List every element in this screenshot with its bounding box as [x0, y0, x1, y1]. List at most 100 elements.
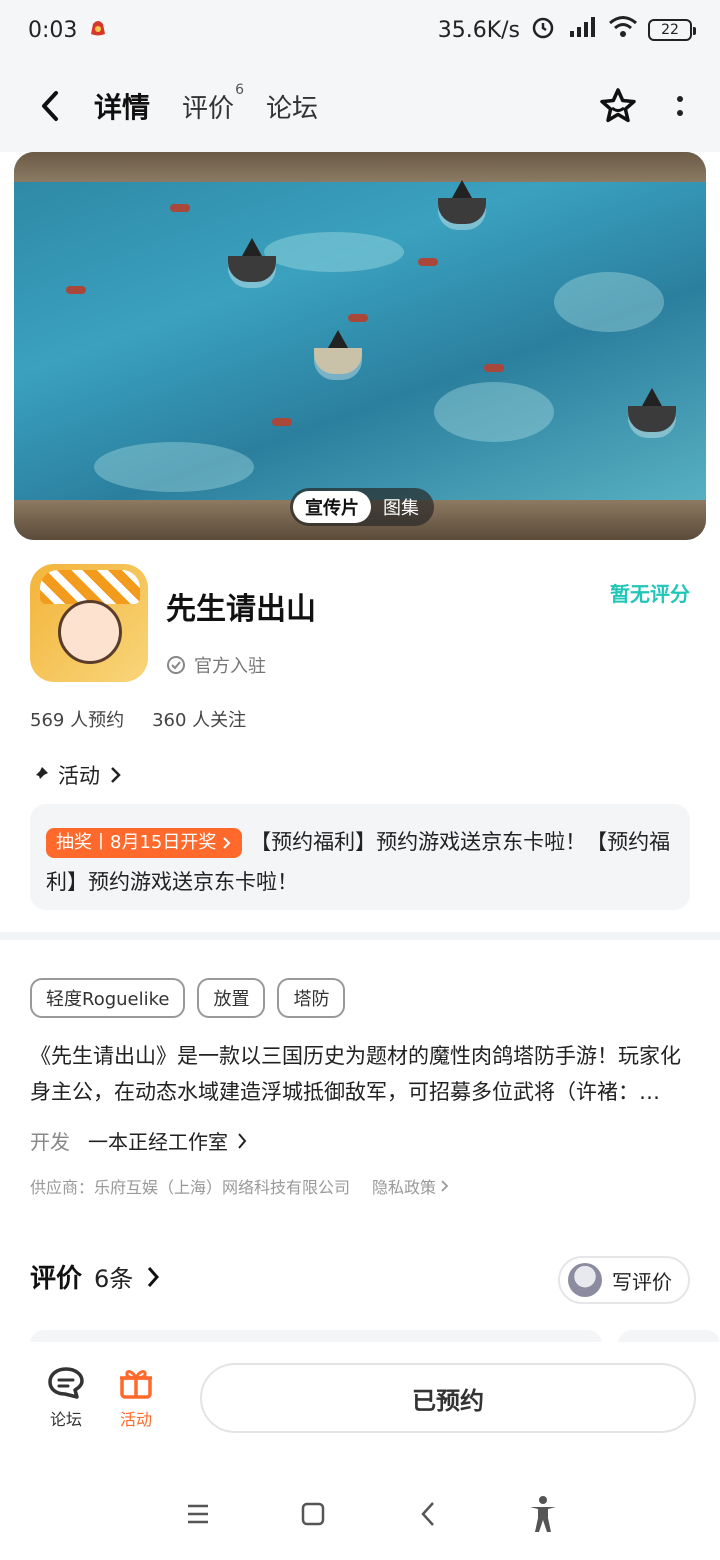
developer-label: 开发: [30, 1130, 70, 1154]
developer-name-text: 一本正经工作室: [88, 1130, 228, 1154]
app-icon-character: [58, 600, 122, 664]
system-nav-bar: [0, 1468, 720, 1560]
activity-card[interactable]: 抽奖丨8月15日开奖 【预约福利】预约游戏送京东卡啦！【预约福利】预约游戏送京东…: [30, 804, 690, 910]
chevron-right-icon: [441, 1180, 449, 1192]
chevron-right-icon: [111, 767, 121, 783]
signal-icon: [566, 15, 598, 45]
banner-media-toggle: 宣传片 图集: [290, 488, 434, 526]
small-boat: [348, 314, 368, 322]
tag-item[interactable]: 轻度Roguelike: [30, 978, 186, 1018]
follower-count: 360 人关注: [152, 710, 247, 731]
tag-item[interactable]: 塔防: [277, 978, 346, 1018]
top-nav: 详情 评价 6 论坛: [0, 60, 720, 152]
activity-header[interactable]: 活动: [30, 760, 122, 790]
activity-section-label: 活动: [58, 764, 100, 788]
app-icon: [30, 564, 148, 682]
small-boat: [484, 364, 504, 372]
lottery-badge-label: 抽奖丨8月15日开奖: [56, 832, 217, 853]
lucky-bag-icon: [87, 16, 109, 44]
tag-list: 轻度Roguelike 放置 塔防: [30, 978, 346, 1018]
menu-icon: [187, 1504, 208, 1524]
more-options-button[interactable]: [670, 84, 690, 128]
system-back-button[interactable]: [403, 1489, 453, 1539]
app-stats: 569 人预约 360 人关注: [30, 706, 246, 732]
chevron-right-icon: [223, 837, 231, 849]
tab-forum[interactable]: 论坛: [266, 88, 318, 125]
chevron-right-icon: [148, 1266, 160, 1287]
sea-foam: [264, 232, 404, 272]
battery-icon: 22: [648, 19, 696, 41]
tag-item[interactable]: 放置: [197, 978, 266, 1018]
chevron-right-icon: [238, 1132, 247, 1149]
tab-reviews-label: 评价: [182, 93, 235, 124]
reviews-title: 评价: [30, 1264, 83, 1294]
reservation-count: 569 人预约: [30, 710, 125, 731]
reviews-count: 6条: [94, 1265, 134, 1293]
tab-reviews[interactable]: 评价 6: [182, 82, 244, 125]
wifi-icon: [608, 15, 638, 45]
verified-check-icon: [167, 656, 185, 674]
small-boat: [66, 286, 86, 294]
section-divider: [0, 932, 720, 940]
gallery-option[interactable]: 图集: [371, 491, 431, 523]
home-button[interactable]: [288, 1489, 338, 1539]
network-speed: 35.6K/s: [437, 17, 520, 43]
supplier-text: 供应商：乐府互娱（上海）网络科技有限公司: [30, 1178, 351, 1197]
activity-label: 活动: [119, 1410, 152, 1429]
forum-button[interactable]: 论坛: [36, 1366, 96, 1430]
favorite-button[interactable]: [596, 84, 640, 128]
reviews-header[interactable]: 评价 6条: [30, 1258, 161, 1295]
bottom-action-bar: 论坛 活动 已预约: [0, 1342, 720, 1454]
rating-status: 暂无评分: [610, 582, 690, 606]
privacy-policy-link[interactable]: 隐私政策: [372, 1174, 450, 1198]
official-label: 官方入驻: [166, 652, 266, 678]
write-review-button[interactable]: 写评价: [558, 1256, 690, 1304]
game-description[interactable]: 《先生请出山》是一款以三国历史为题材的魔性肉鸽塔防手游！玩家化身主公，在动态水域…: [30, 1038, 690, 1110]
tab-reviews-badge: 6: [235, 81, 245, 98]
tab-details[interactable]: 详情: [92, 86, 153, 130]
sea-foam: [94, 442, 254, 492]
back-triangle-icon: [420, 1502, 434, 1526]
developer-name: 一本正经工作室: [88, 1126, 248, 1155]
pin-icon: [32, 767, 48, 783]
forum-label: 论坛: [49, 1410, 82, 1429]
battery-level: 22: [661, 22, 679, 38]
pirate-ship: [438, 198, 486, 224]
small-boat: [418, 258, 438, 266]
supplier-row: 供应商：乐府互娱（上海）网络科技有限公司 隐私政策: [30, 1174, 450, 1198]
back-arrow-icon: [42, 91, 58, 121]
developer-row[interactable]: 开发 一本正经工作室: [30, 1126, 248, 1155]
official-text: 官方入驻: [194, 656, 266, 677]
app-icon-headband: [40, 570, 140, 604]
home-square-icon: [301, 1502, 324, 1526]
small-boat: [272, 418, 292, 426]
small-boat: [170, 204, 190, 212]
trailer-option[interactable]: 宣传片: [293, 491, 371, 523]
pirate-ship: [628, 406, 676, 432]
write-review-label: 写评价: [612, 1269, 672, 1294]
user-avatar: [568, 1263, 602, 1297]
status-bar: 0:03 35.6K/s 22: [0, 0, 720, 60]
recent-apps-button[interactable]: [173, 1489, 223, 1539]
chat-bubble-icon: [48, 1367, 84, 1399]
gift-icon: [120, 1370, 152, 1399]
lottery-badge: 抽奖丨8月15日开奖: [46, 828, 243, 858]
back-button[interactable]: [30, 86, 70, 126]
sea-foam: [434, 382, 554, 442]
app-name: 先生请出山: [166, 592, 316, 627]
tab-details-label: 详情: [94, 91, 151, 124]
accessibility-button[interactable]: [518, 1489, 568, 1539]
pirate-ship: [228, 256, 276, 282]
activity-button[interactable]: 活动: [106, 1366, 166, 1430]
privacy-policy-label: 隐私政策: [372, 1178, 437, 1197]
banner-frame-top: [14, 152, 706, 182]
promo-banner[interactable]: 宣传片 图集: [14, 152, 706, 540]
accessibility-icon: [529, 1496, 556, 1532]
reserved-button[interactable]: 已预约: [200, 1363, 696, 1433]
player-ship: [314, 348, 362, 374]
status-time: 0:03: [28, 17, 78, 43]
sea-foam: [554, 272, 664, 332]
star-icon: [600, 88, 636, 123]
app-info: 先生请出山 官方入驻 暂无评分: [30, 564, 690, 684]
alarm-icon: [530, 14, 556, 46]
